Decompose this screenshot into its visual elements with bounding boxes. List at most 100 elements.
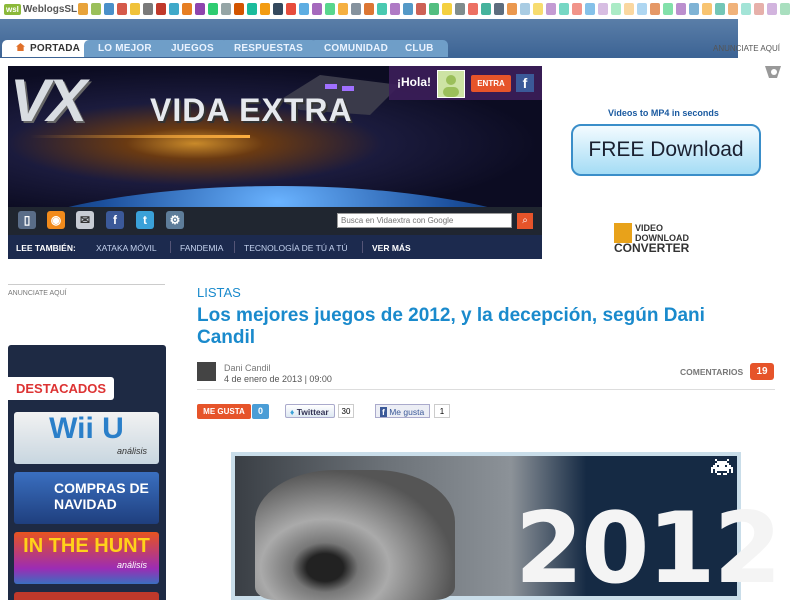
ad-logo[interactable]: VIDEO DOWNLOAD CONVERTER xyxy=(614,223,718,254)
network-site-icon[interactable] xyxy=(143,3,153,15)
network-site-icon[interactable] xyxy=(91,3,101,15)
network-site-icon[interactable] xyxy=(416,3,426,15)
tab-juegos[interactable]: JUEGOS xyxy=(157,40,228,57)
network-site-icon[interactable] xyxy=(442,3,452,15)
sidebar-advertise[interactable]: ANUNCIATE AQUÍ xyxy=(8,284,165,297)
facebook-icon[interactable]: f xyxy=(106,211,124,229)
network-site-icon[interactable] xyxy=(507,3,517,15)
site-logo-vx[interactable]: VX xyxy=(10,66,87,135)
author-avatar[interactable] xyxy=(197,362,216,381)
network-site-icon[interactable] xyxy=(728,3,738,15)
article-category[interactable]: LISTAS xyxy=(197,285,241,300)
tab-comunidad[interactable]: COMUNIDAD xyxy=(310,40,403,57)
network-site-icon[interactable] xyxy=(754,3,764,15)
network-site-icon[interactable] xyxy=(429,3,439,15)
network-site-icon[interactable] xyxy=(520,3,530,15)
advertise-link[interactable]: ANUNCIATE AQUÍ xyxy=(713,44,780,53)
see-more-link[interactable]: VER MÁS xyxy=(372,243,411,253)
network-site-icon[interactable] xyxy=(624,3,634,15)
tab-label: RESPUESTAS xyxy=(234,43,304,54)
network-site-icon[interactable] xyxy=(689,3,699,15)
network-site-icon[interactable] xyxy=(377,3,387,15)
settings-icon[interactable] xyxy=(765,66,781,78)
featured-item-inthehunt[interactable]: IN THE HUNT análisis xyxy=(14,532,159,584)
network-site-icon[interactable] xyxy=(117,3,127,15)
network-site-icon[interactable] xyxy=(494,3,504,15)
facebook-icon[interactable]: f xyxy=(516,74,534,92)
network-site-icon[interactable] xyxy=(390,3,400,15)
network-site-icon[interactable] xyxy=(169,3,179,15)
network-site-icon[interactable] xyxy=(455,3,465,15)
network-site-icon[interactable] xyxy=(130,3,140,15)
network-site-icon[interactable] xyxy=(533,3,543,15)
network-site-icon[interactable] xyxy=(260,3,270,15)
tweet-button[interactable]: ♦ Twittear xyxy=(285,404,335,418)
rss-icon[interactable]: ◉ xyxy=(47,211,65,229)
avatar[interactable] xyxy=(437,70,465,98)
mobile-icon[interactable]: ▯ xyxy=(18,211,36,229)
read-also-link[interactable]: FANDEMIA xyxy=(180,243,223,253)
read-also-link[interactable]: TECNOLOGÍA DE TÚ A TÚ xyxy=(244,243,348,253)
author-name[interactable]: Dani Candil xyxy=(224,363,271,373)
network-site-icon[interactable] xyxy=(299,3,309,15)
network-site-icon[interactable] xyxy=(338,3,348,15)
site-logo-name[interactable]: VIDA EXTRA xyxy=(150,92,353,129)
network-site-icon[interactable] xyxy=(598,3,608,15)
comments-label[interactable]: COMENTARIOS xyxy=(680,367,743,377)
ad-download-button[interactable]: FREE Download xyxy=(571,124,761,176)
network-site-icon[interactable] xyxy=(650,3,660,15)
featured-item-wiiu[interactable]: Wii U análisis xyxy=(14,412,159,464)
comments-count[interactable]: 19 xyxy=(750,363,774,380)
article-title[interactable]: Los mejores juegos de 2012, y la decepci… xyxy=(197,305,757,349)
like-button[interactable]: ME GUSTA xyxy=(197,404,251,419)
network-site-icon[interactable] xyxy=(780,3,790,15)
network-site-icon[interactable] xyxy=(182,3,192,15)
network-site-icon[interactable] xyxy=(702,3,712,15)
network-site-icon[interactable] xyxy=(247,3,257,15)
read-also-link[interactable]: XATAKA MÓVIL xyxy=(96,243,157,253)
ad-headline[interactable]: Videos to MP4 in seconds xyxy=(608,108,719,118)
login-button[interactable]: ENTRA xyxy=(471,75,511,92)
network-site-icon[interactable] xyxy=(559,3,569,15)
network-site-icon[interactable] xyxy=(585,3,595,15)
tab-portada[interactable]: PORTADA xyxy=(2,40,95,57)
network-site-icon[interactable] xyxy=(572,3,582,15)
network-site-icon[interactable] xyxy=(234,3,244,15)
network-site-icon[interactable] xyxy=(403,3,413,15)
facebook-like-button[interactable]: f Me gusta xyxy=(375,404,430,418)
tab-respuestas[interactable]: RESPUESTAS xyxy=(220,40,318,57)
network-site-icon[interactable] xyxy=(546,3,556,15)
network-site-icon[interactable] xyxy=(715,3,725,15)
network-site-icon[interactable] xyxy=(351,3,361,15)
weblogs-logo[interactable]: wsl WeblogsSL xyxy=(4,2,77,17)
search-icon[interactable]: ⌕ xyxy=(517,213,533,229)
network-site-icon[interactable] xyxy=(286,3,296,15)
featured-item-compras[interactable]: COMPRAS DE NAVIDAD xyxy=(14,472,159,524)
settings-icon[interactable]: ⚙ xyxy=(166,211,184,229)
network-site-icon[interactable] xyxy=(312,3,322,15)
network-site-icon[interactable] xyxy=(676,3,686,15)
network-site-icon[interactable] xyxy=(78,3,88,15)
network-site-icon[interactable] xyxy=(663,3,673,15)
tab-lo-mejor[interactable]: LO MEJOR xyxy=(84,40,166,57)
search-input[interactable] xyxy=(337,213,512,228)
mail-icon[interactable]: ✉ xyxy=(76,211,94,229)
network-site-icon[interactable] xyxy=(468,3,478,15)
network-site-icon[interactable] xyxy=(104,3,114,15)
network-site-icon[interactable] xyxy=(481,3,491,15)
network-site-icon[interactable] xyxy=(156,3,166,15)
featured-item-next[interactable] xyxy=(14,592,159,600)
tab-club[interactable]: CLUB xyxy=(391,40,448,57)
twitter-icon[interactable]: t xyxy=(136,211,154,229)
featured-item-sub: análisis xyxy=(116,560,147,570)
network-site-icon[interactable] xyxy=(741,3,751,15)
network-site-icon[interactable] xyxy=(611,3,621,15)
network-site-icon[interactable] xyxy=(767,3,777,15)
network-site-icon[interactable] xyxy=(364,3,374,15)
network-site-icon[interactable] xyxy=(208,3,218,15)
network-site-icon[interactable] xyxy=(273,3,283,15)
network-site-icon[interactable] xyxy=(195,3,205,15)
network-site-icon[interactable] xyxy=(637,3,647,15)
network-site-icon[interactable] xyxy=(221,3,231,15)
network-site-icon[interactable] xyxy=(325,3,335,15)
